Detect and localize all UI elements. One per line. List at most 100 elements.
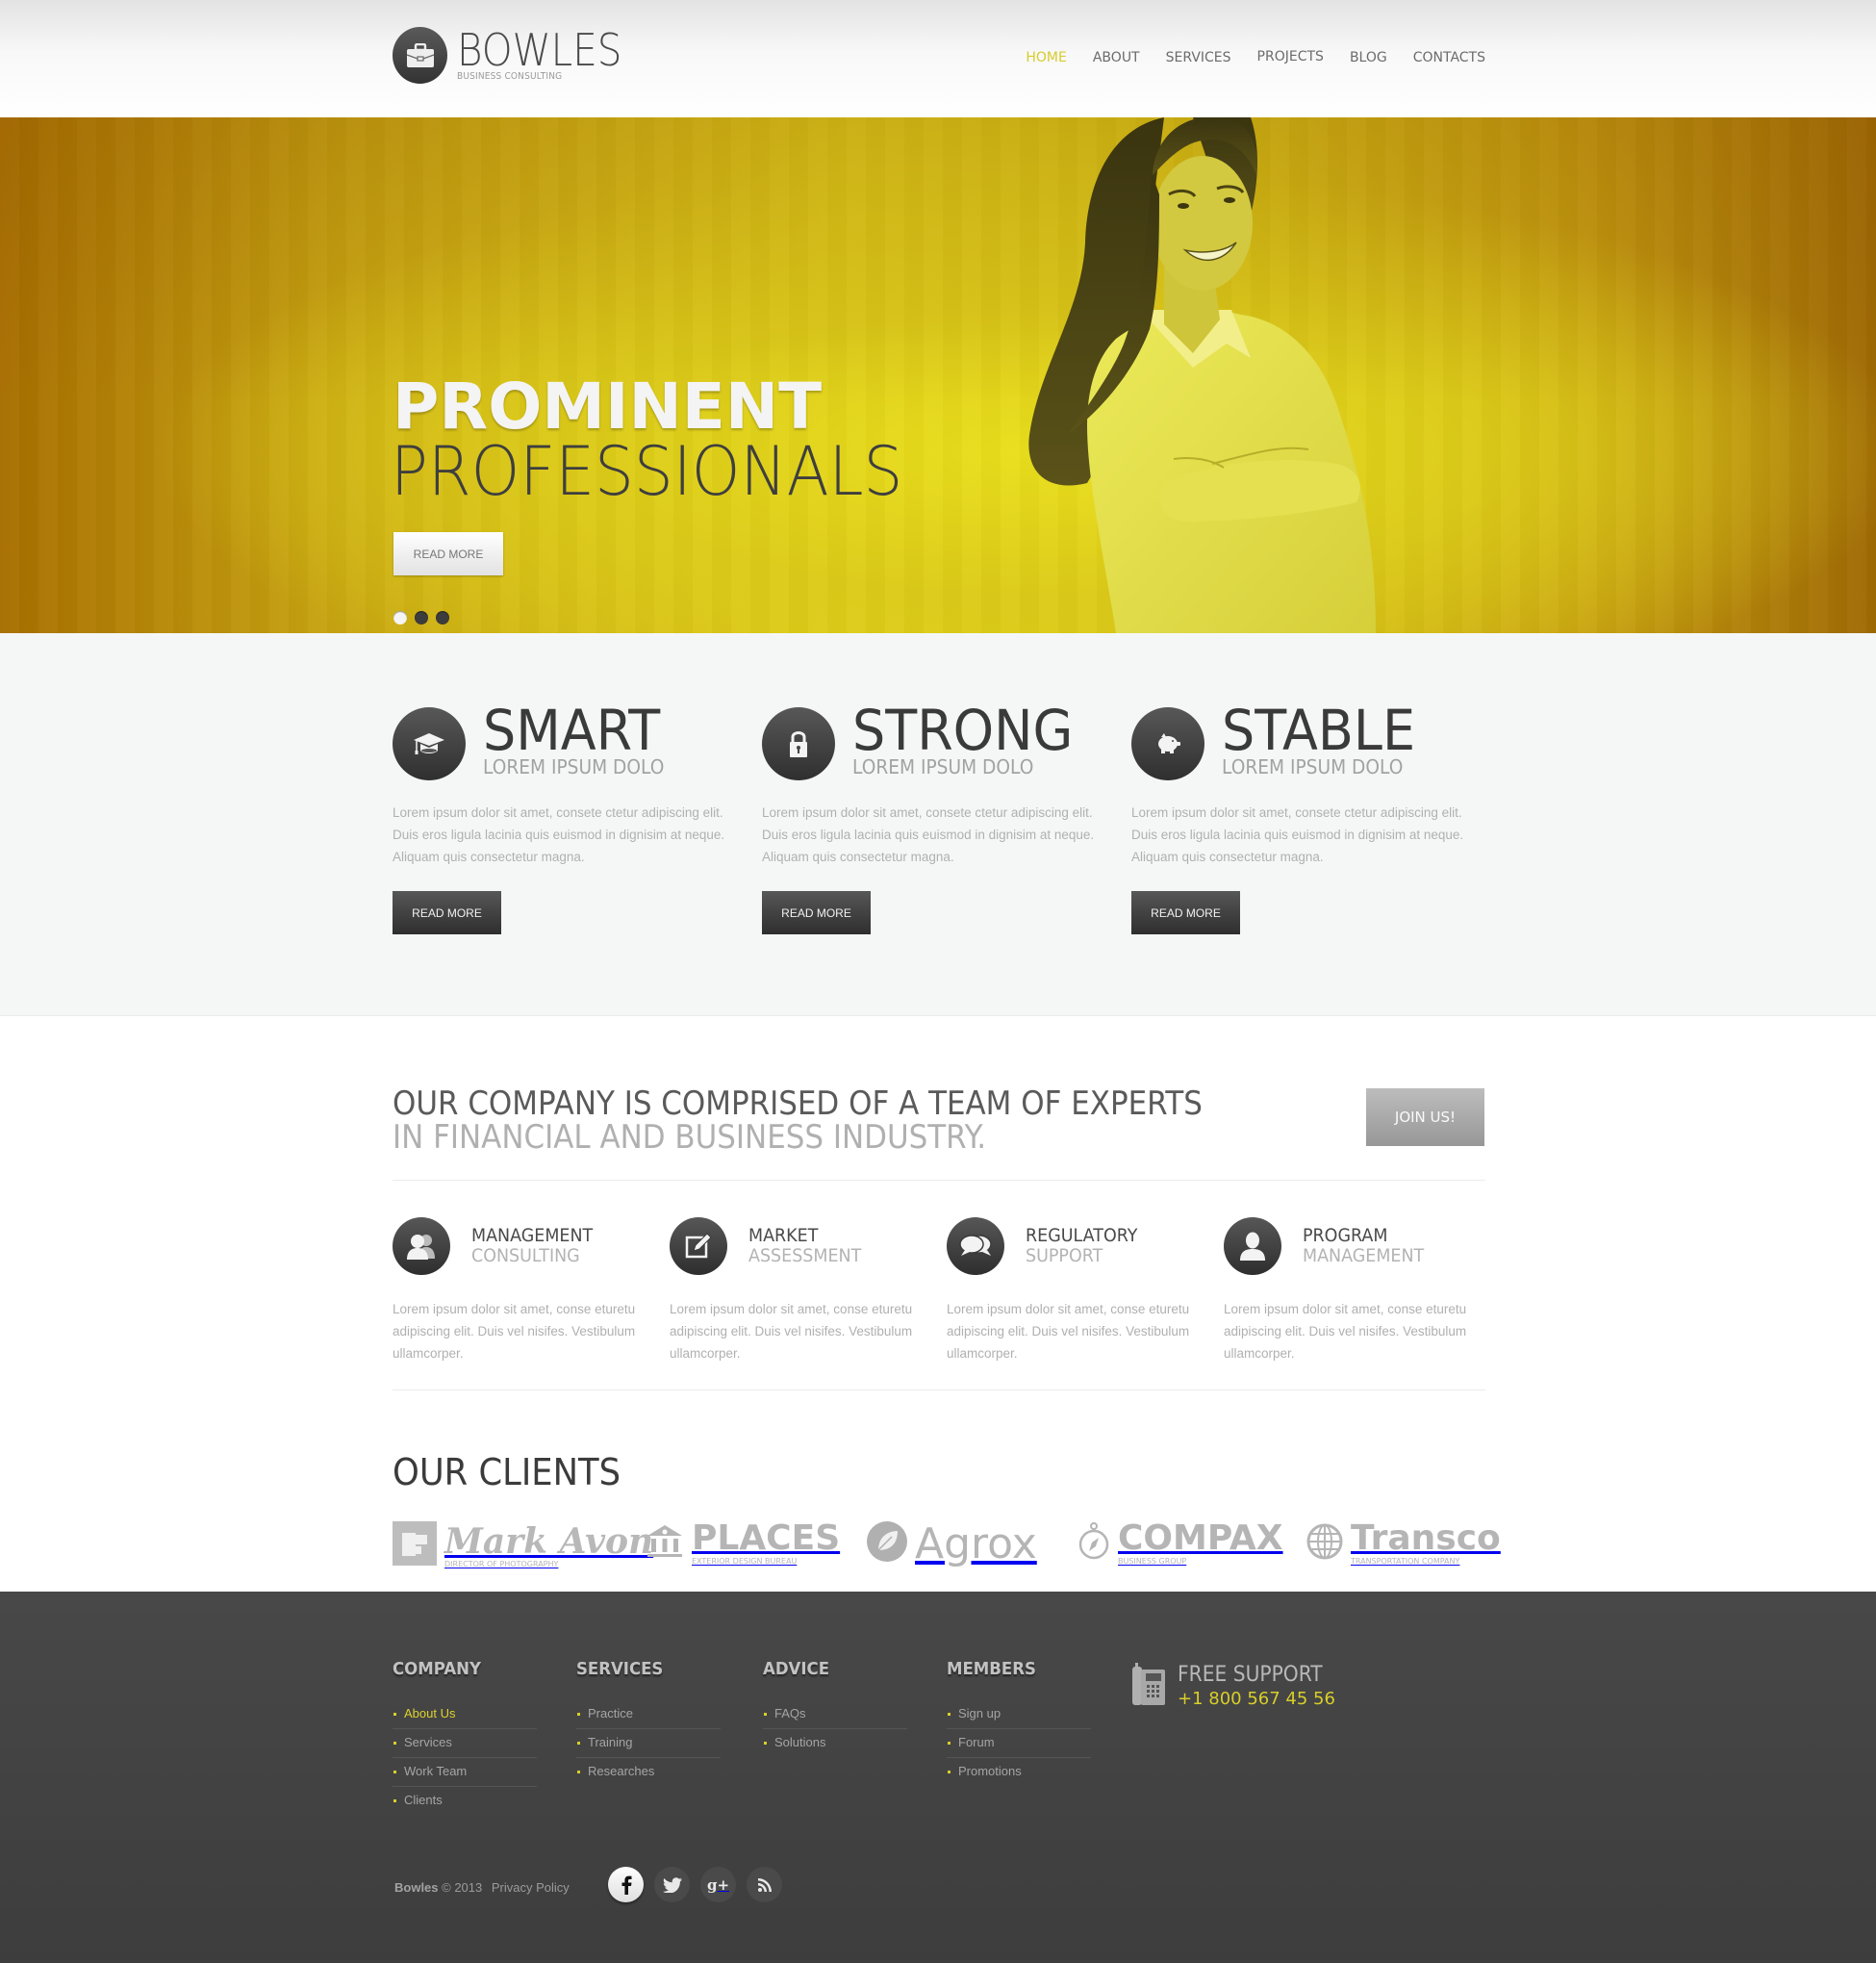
support-phone[interactable]: +1 800 567 45 56 [1178, 1689, 1335, 1709]
facebook-icon [621, 1875, 631, 1895]
footer-link[interactable]: Work Team [393, 1758, 537, 1787]
feature-title: STRONG [852, 698, 1074, 763]
client-sub: DIRECTOR OF PHOTOGRAPHY [444, 1559, 559, 1568]
client-name: Transco [1351, 1518, 1501, 1558]
footer-link[interactable]: Training [576, 1729, 721, 1758]
slider-pagination [393, 611, 449, 625]
clients-heading: OUR CLIENTS [393, 1451, 621, 1493]
footer-link[interactable]: Practice [576, 1700, 721, 1729]
client-logo-compax[interactable]: COMPAX BUSINESS GROUP [1077, 1521, 1283, 1566]
footer-link-clients[interactable]: Clients [404, 1793, 443, 1807]
client-name: Agrox [915, 1518, 1037, 1568]
footer-link[interactable]: Services [393, 1729, 537, 1758]
rss-icon [757, 1877, 772, 1892]
feature-strong: STRONG LOREM IPSUM DOLO Lorem ipsum dolo… [762, 700, 1118, 934]
footer-column-heading: ADVICE [763, 1659, 830, 1679]
nav-home[interactable]: HOME [1026, 50, 1066, 65]
nav-projects[interactable]: PROJECTS [1257, 49, 1324, 64]
footer-link-services[interactable]: Services [404, 1735, 452, 1749]
feature-read-more-button[interactable]: READ MORE [393, 891, 501, 934]
footer-column-advice: ADVICE FAQs Solutions [763, 1659, 907, 1758]
about-section: OUR COMPANY IS COMPRISED OF A TEAM OF EX… [0, 1016, 1876, 1592]
service-title: REGULATORY [1026, 1225, 1138, 1246]
logo[interactable]: BOWLES BUSINESS CONSULTING [393, 27, 645, 84]
footer-link[interactable]: Researches [576, 1758, 721, 1787]
service-body: Lorem ipsum dolor sit amet, conse eturet… [393, 1302, 636, 1361]
rss-button[interactable] [747, 1867, 782, 1902]
client-sub: BUSINESS GROUP [1118, 1557, 1187, 1566]
service-regulatory-support: REGULATORY SUPPORT Lorem ipsum dolor sit… [947, 1217, 1206, 1364]
client-logo-transco[interactable]: Transco TRANSPORTATION COMPANY [1306, 1521, 1501, 1566]
twitter-icon [662, 1876, 682, 1893]
free-support: FREE SUPPORT +1 800 567 45 56 [1131, 1663, 1335, 1712]
google-plus-button[interactable]: g+ [700, 1867, 736, 1902]
footer-link[interactable]: Promotions [947, 1758, 1091, 1787]
hero-person-image [1028, 117, 1376, 633]
twitter-button[interactable] [654, 1867, 690, 1902]
footer-link-training[interactable]: Training [588, 1735, 632, 1749]
footer-link[interactable]: About Us [393, 1700, 537, 1729]
nav-contacts[interactable]: CONTACTS [1413, 50, 1485, 65]
service-subtitle: SUPPORT [1026, 1245, 1103, 1266]
footer-link[interactable]: Sign up [947, 1700, 1091, 1729]
footer-link[interactable]: Forum [947, 1729, 1091, 1758]
feature-subtitle: LOREM IPSUM DOLO [852, 755, 1034, 778]
footer-link-sign-up[interactable]: Sign up [958, 1706, 1001, 1721]
footer-link-researches[interactable]: Researches [588, 1764, 654, 1778]
service-title: MARKET [748, 1225, 819, 1246]
padlock-icon [762, 707, 835, 780]
about-headline-line1: OUR COMPANY IS COMPRISED OF A TEAM OF EX… [393, 1084, 1203, 1123]
support-title: FREE SUPPORT [1178, 1663, 1323, 1687]
footer-link-about-us[interactable]: About Us [404, 1706, 455, 1721]
edit-icon [670, 1217, 727, 1275]
divider [393, 1180, 1485, 1181]
client-logo-agrox[interactable]: Agrox [867, 1521, 1037, 1567]
nav-blog[interactable]: BLOG [1350, 50, 1387, 65]
slider-dot-3[interactable] [436, 611, 449, 625]
footer-link-practice[interactable]: Practice [588, 1706, 633, 1721]
copyright: Bowles © 2013 Privacy Policy [394, 1880, 570, 1895]
footer-link-faqs[interactable]: FAQs [774, 1706, 806, 1721]
feature-title: STABLE [1222, 698, 1416, 763]
service-program-management: PROGRAM MANAGEMENT Lorem ipsum dolor sit… [1224, 1217, 1483, 1364]
feature-read-more-button[interactable]: READ MORE [762, 891, 871, 934]
footer-link-solutions[interactable]: Solutions [774, 1735, 825, 1749]
footer-column-members: MEMBERS Sign up Forum Promotions [947, 1659, 1091, 1787]
footer-link[interactable]: Clients [393, 1787, 537, 1816]
globe-icon [1306, 1523, 1343, 1565]
slider-dot-1[interactable] [393, 611, 407, 625]
feature-subtitle: LOREM IPSUM DOLO [483, 755, 665, 778]
client-name: Mark Avon [444, 1520, 654, 1562]
nav-services[interactable]: SERVICES [1166, 50, 1231, 65]
footer-link[interactable]: FAQs [763, 1700, 907, 1729]
feature-subtitle: LOREM IPSUM DOLO [1222, 755, 1404, 778]
client-logo-places[interactable]: PLACES EXTERIOR DESIGN BUREAU [646, 1521, 840, 1566]
feature-read-more-button[interactable]: READ MORE [1131, 891, 1240, 934]
facebook-button[interactable] [608, 1867, 644, 1902]
service-title: MANAGEMENT [471, 1225, 594, 1246]
service-title: PROGRAM [1303, 1225, 1388, 1246]
privacy-policy-link[interactable]: Privacy Policy [492, 1880, 570, 1895]
footer-link[interactable]: Solutions [763, 1729, 907, 1758]
service-body: Lorem ipsum dolor sit amet, conse eturet… [947, 1302, 1190, 1361]
social-links: g+ [608, 1867, 782, 1902]
chat-bubbles-icon [947, 1217, 1004, 1275]
join-us-button[interactable]: JOIN US! [1366, 1088, 1484, 1146]
brand-name: BOWLES [457, 24, 622, 76]
leaf-icon [867, 1521, 907, 1567]
footer-column-services: SERVICES Practice Training Researches [576, 1659, 721, 1787]
footer-link-forum[interactable]: Forum [958, 1735, 995, 1749]
footer-link-work-team[interactable]: Work Team [404, 1764, 467, 1778]
service-subtitle: MANAGEMENT [1303, 1245, 1425, 1266]
client-logo-mark-avon[interactable]: Mark Avon DIRECTOR OF PHOTOGRAPHY [393, 1521, 653, 1570]
footer-link-promotions[interactable]: Promotions [958, 1764, 1022, 1778]
divider [393, 1389, 1485, 1390]
hero-title-line2: PROFESSIONALS [391, 432, 903, 511]
bank-icon [646, 1523, 684, 1565]
hero-read-more-button[interactable]: READ MORE [393, 532, 503, 575]
compass-icon [1077, 1521, 1110, 1566]
brand-tagline: BUSINESS CONSULTING [457, 71, 563, 82]
phone-icon [1131, 1663, 1166, 1712]
nav-about[interactable]: ABOUT [1093, 50, 1140, 65]
slider-dot-2[interactable] [415, 611, 428, 625]
